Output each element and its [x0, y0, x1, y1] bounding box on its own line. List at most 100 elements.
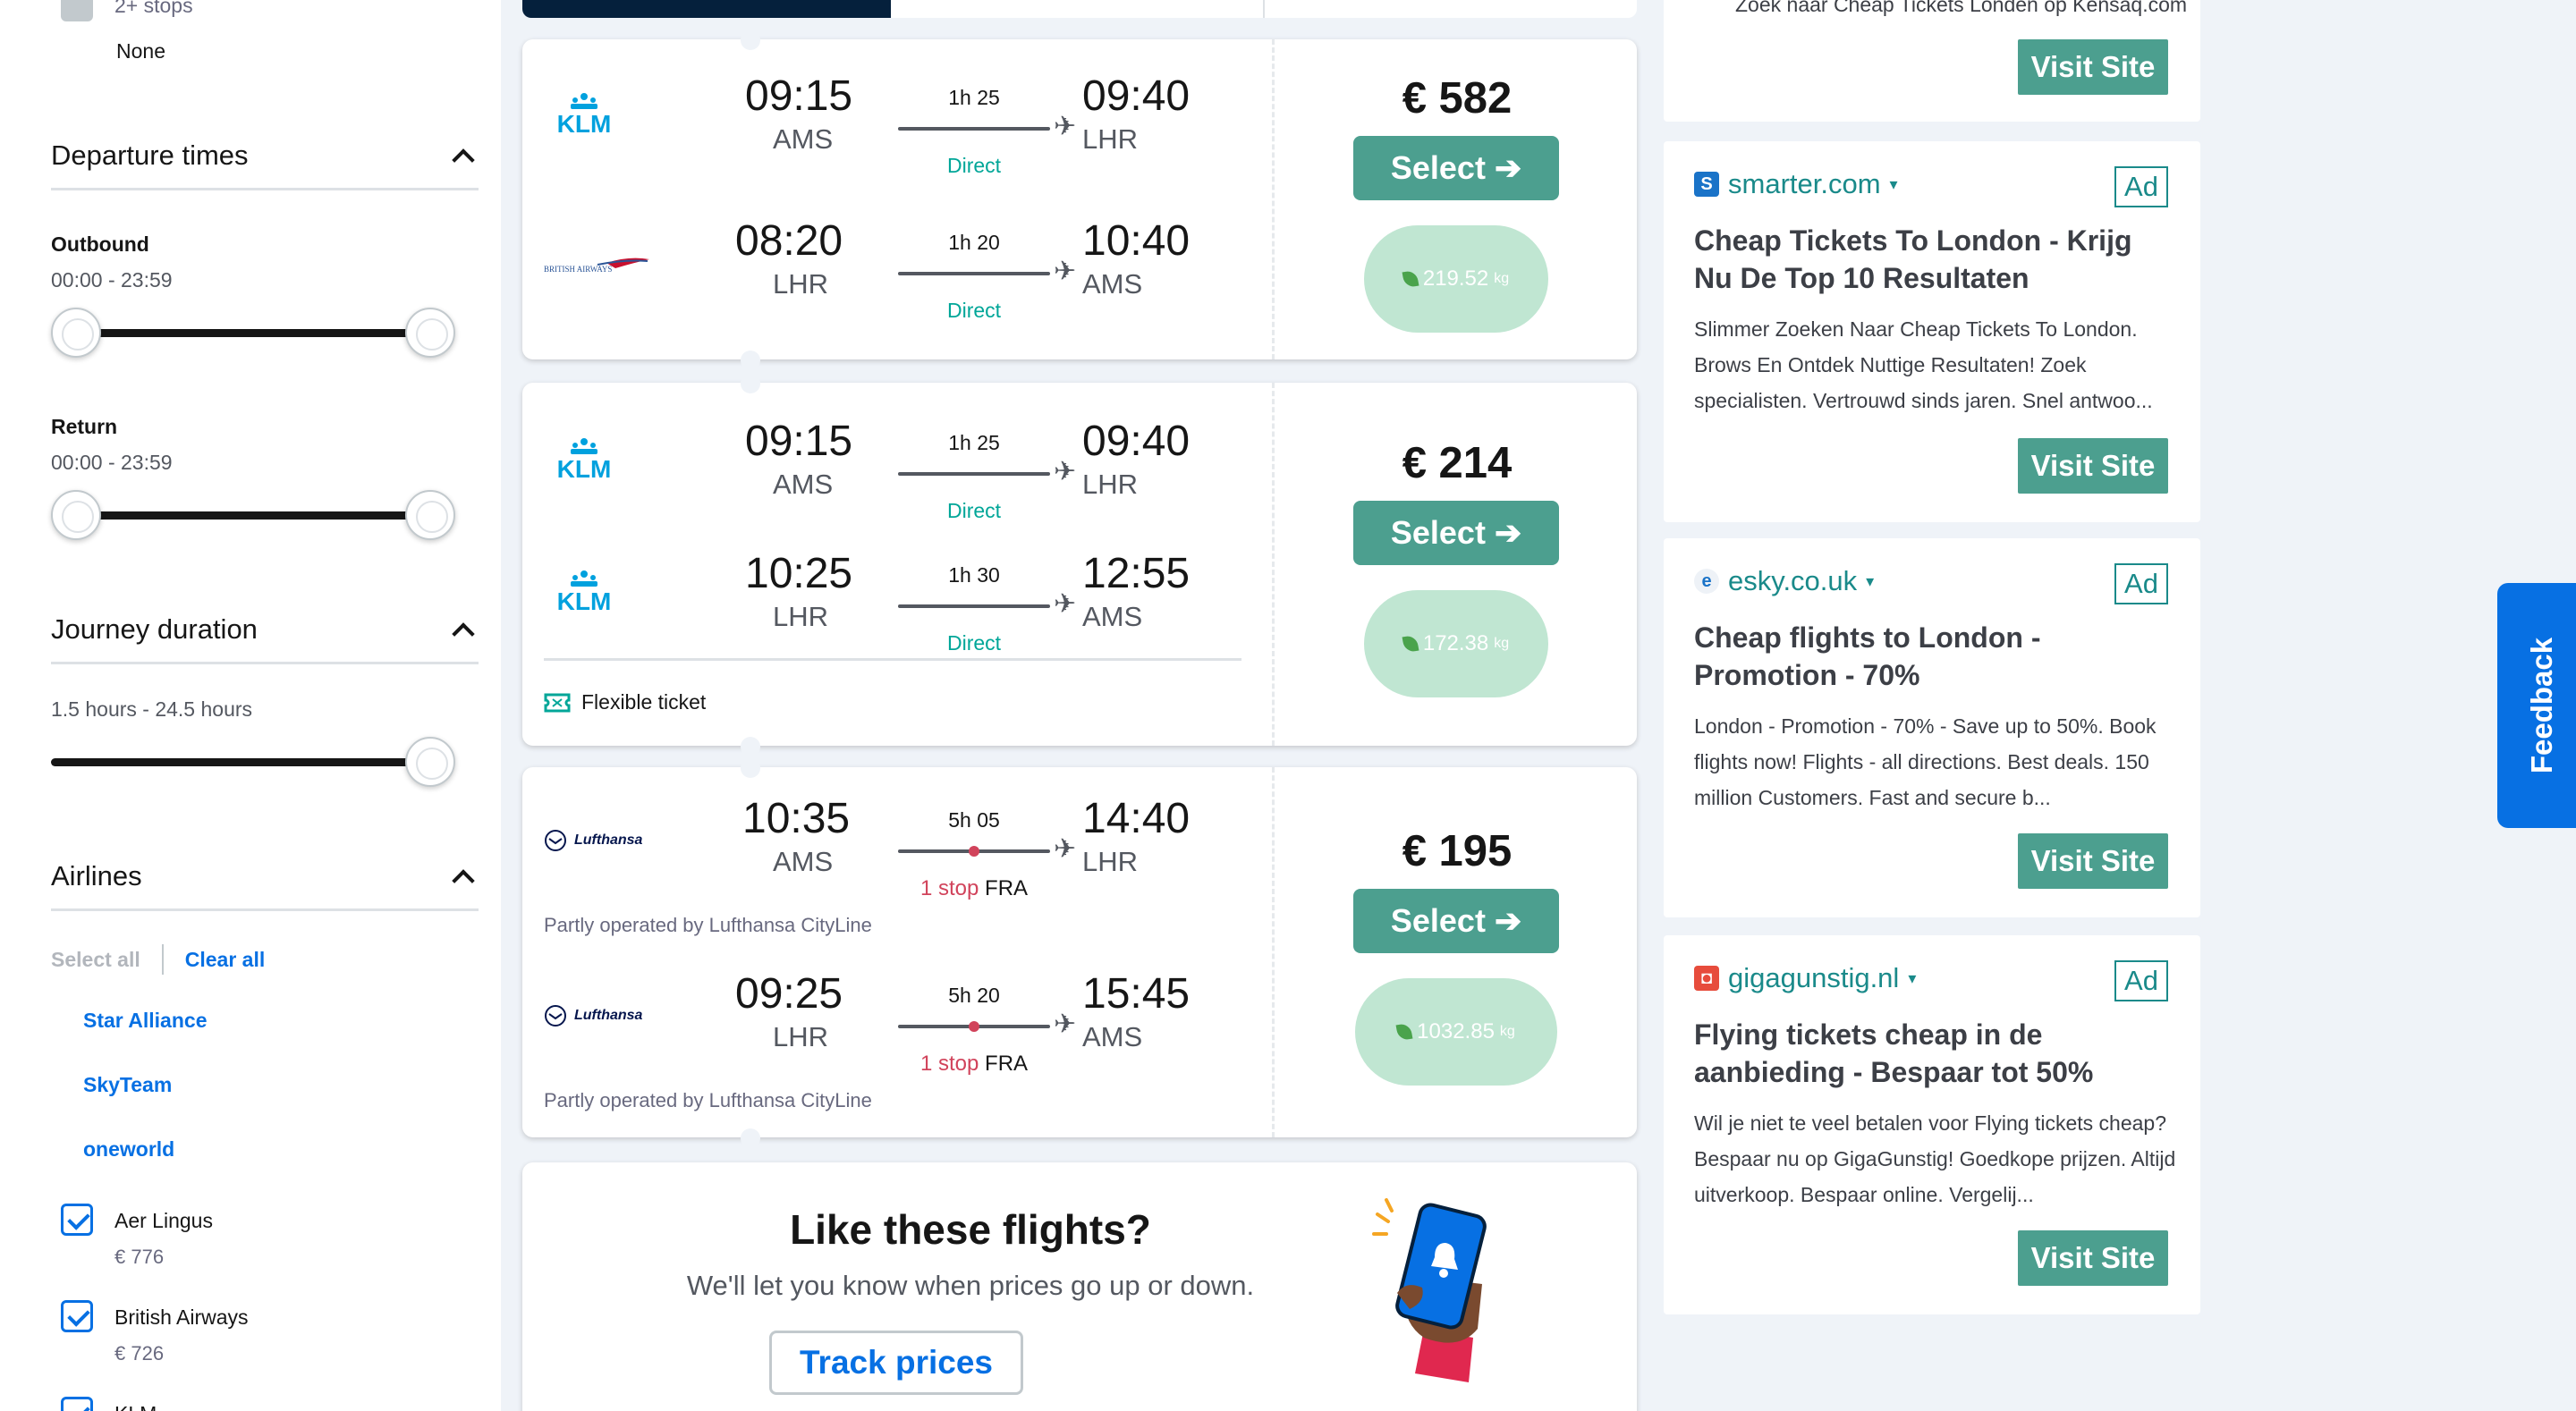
stop-dot — [969, 1021, 979, 1032]
phone-bell-icon — [1372, 1198, 1487, 1382]
link-divider — [161, 944, 164, 975]
ad-title[interactable]: Cheap Tickets To London - Krijg Nu De To… — [1694, 222, 2177, 297]
outbound-slider[interactable] — [51, 308, 455, 358]
sort-tab-active[interactable] — [522, 0, 891, 18]
return-range: 00:00 - 23:59 — [51, 451, 173, 474]
visit-site-button[interactable]: Visit Site — [2018, 1230, 2168, 1286]
slider-track — [51, 758, 428, 766]
alliance-oneworld[interactable]: oneworld — [83, 1137, 174, 1162]
alliance-star-alliance[interactable]: Star Alliance — [83, 1009, 207, 1033]
card-notch — [741, 758, 760, 778]
select-button[interactable]: Select ➔ — [1353, 136, 1559, 200]
track-prices-button[interactable]: Track prices — [769, 1331, 1023, 1395]
plane-icon: ✈ — [1054, 457, 1077, 486]
arrival-airport: AMS — [1082, 1021, 1143, 1052]
leaf-icon — [1395, 1022, 1413, 1042]
journey-duration-header[interactable]: Journey duration — [51, 613, 479, 664]
plane-icon: ✈ — [1054, 257, 1077, 286]
slider-handle-max[interactable] — [405, 308, 455, 358]
card-notch — [741, 1128, 760, 1148]
airlines-header[interactable]: Airlines — [51, 860, 479, 911]
chevron-up-icon — [452, 622, 475, 646]
airline-name: KLM — [114, 1402, 157, 1411]
dropdown-caret-icon: ▾ — [1908, 968, 1917, 987]
slider-handle-max[interactable] — [405, 490, 455, 540]
route-line — [898, 604, 1050, 608]
ad-card-gigagunstig[interactable]: ◘ gigagunstig.nl ▾ Ad Flying tickets chea… — [1664, 935, 2200, 1314]
leaf-icon — [1402, 634, 1419, 654]
checkbox-disabled[interactable] — [61, 0, 93, 21]
airline-option-aer-lingus[interactable]: Aer Lingus € 776 — [61, 1204, 213, 1269]
arrival-airport: LHR — [1082, 846, 1139, 877]
lufthansa-wordmark: Lufthansa — [574, 832, 643, 848]
co2-unit: kg — [1499, 1024, 1515, 1039]
dropdown-caret-icon: ▾ — [1889, 174, 1898, 193]
ad-card-esky[interactable]: e esky.co.uk ▾ Ad Cheap flights to London… — [1664, 538, 2200, 917]
ba-logo-wordmark: BRITISH AIRWAYS — [544, 265, 612, 274]
ad-source-name: gigagunstig.nl — [1728, 962, 1900, 993]
flight-duration: 1h 20 — [948, 231, 1000, 254]
arrival-time: 15:45 — [1082, 970, 1191, 1018]
flight-leg-outbound: KLM 09:15 AMS 1h 25 ✈ Direct 09:40 LHR — [544, 410, 1241, 522]
return-slider[interactable] — [51, 490, 455, 540]
sort-tabs[interactable] — [522, 0, 1637, 18]
visit-site-button[interactable]: Visit Site — [2018, 438, 2168, 494]
airline-option-klm[interactable]: KLM — [61, 1397, 157, 1411]
ad-title[interactable]: Flying tickets cheap in de aanbieding - … — [1694, 1016, 2177, 1091]
flexible-ticket-tag: Flexible ticket — [544, 690, 706, 714]
ad-source[interactable]: S smarter.com ▾ — [1694, 168, 1898, 200]
visit-site-button[interactable]: Visit Site — [2018, 39, 2168, 95]
slider-handle-min[interactable] — [51, 308, 101, 358]
arrival-time: 10:40 — [1082, 217, 1191, 265]
alliance-skyteam[interactable]: SkyTeam — [83, 1073, 172, 1097]
arrow-right-icon: ➔ — [1494, 902, 1522, 939]
visit-site-button[interactable]: Visit Site — [2018, 833, 2168, 889]
klm-logo-icon: KLM — [544, 89, 669, 143]
ad-card-smarter[interactable]: S smarter.com ▾ Ad Cheap Tickets To Londo… — [1664, 141, 2200, 522]
co2-value: 1032.85 — [1417, 1019, 1495, 1043]
result-price: € 214 — [1402, 439, 1513, 487]
card-notch — [741, 737, 760, 756]
slider-handle-min[interactable] — [51, 490, 101, 540]
select-button[interactable]: Select ➔ — [1353, 501, 1559, 565]
arrival-airport: AMS — [1082, 601, 1143, 632]
flight-duration: 5h 20 — [948, 984, 1000, 1007]
slider-handle-max[interactable] — [405, 737, 455, 787]
checkbox-checked-icon[interactable] — [61, 1397, 93, 1411]
co2-value: 219.52 — [1422, 266, 1489, 291]
select-button[interactable]: Select ➔ — [1353, 889, 1559, 953]
co2-emissions-badge: 172.38 kg — [1364, 590, 1548, 697]
stops-option-label: 2+ stops — [114, 0, 193, 17]
departure-times-header[interactable]: Departure times — [51, 139, 479, 190]
ad-source-name: esky.co.uk — [1728, 565, 1858, 596]
arrow-right-icon: ➔ — [1494, 514, 1522, 551]
ad-card-top: Zoek naar Cheap Tickets Londen op Kensaq… — [1664, 0, 2200, 122]
duration-slider[interactable] — [51, 737, 455, 787]
airline-name: Aer Lingus — [114, 1209, 213, 1232]
esky-favicon-icon: e — [1694, 569, 1719, 594]
checkbox-checked-icon[interactable] — [61, 1204, 93, 1236]
result-card[interactable]: Lufthansa 10:35 AMS 5h 05 ✈ 1 stop FRA 1… — [522, 767, 1637, 1137]
clear-all-link[interactable]: Clear all — [185, 948, 266, 972]
ad-title[interactable]: Cheap flights to London - Promotion - 70… — [1694, 619, 2177, 694]
feedback-tab[interactable]: Feedback — [2497, 583, 2576, 828]
stops-option-2plus[interactable]: 2+ stops — [61, 0, 193, 21]
select-all-link[interactable]: Select all — [51, 948, 140, 972]
plane-icon: ✈ — [1054, 112, 1077, 141]
ad-source[interactable]: e esky.co.uk ▾ — [1694, 565, 1874, 597]
departure-time: 08:20 — [735, 217, 843, 265]
return-label: Return — [51, 415, 118, 438]
checkbox-checked-icon[interactable] — [61, 1300, 93, 1332]
airline-option-british-airways[interactable]: British Airways € 726 — [61, 1300, 249, 1365]
departure-airport: AMS — [773, 846, 834, 877]
result-card[interactable]: KLM 09:15 AMS 1h 25 ✈ Direct 09:40 LHR B… — [522, 39, 1637, 359]
ad-source[interactable]: ◘ gigagunstig.nl ▾ — [1694, 962, 1916, 994]
result-card[interactable]: KLM 09:15 AMS 1h 25 ✈ Direct 09:40 LHR K… — [522, 383, 1637, 746]
ad-description: London - Promotion - 70% - Save up to 50… — [1694, 714, 2157, 809]
departure-time: 10:25 — [745, 550, 853, 597]
result-price: € 195 — [1402, 827, 1513, 875]
flight-duration: 1h 30 — [948, 563, 1000, 587]
klm-logo-icon: KLM — [544, 567, 669, 621]
co2-unit: kg — [1494, 636, 1510, 651]
price-pane: € 195 Select ➔ 1032.85 kg — [1272, 767, 1637, 1137]
